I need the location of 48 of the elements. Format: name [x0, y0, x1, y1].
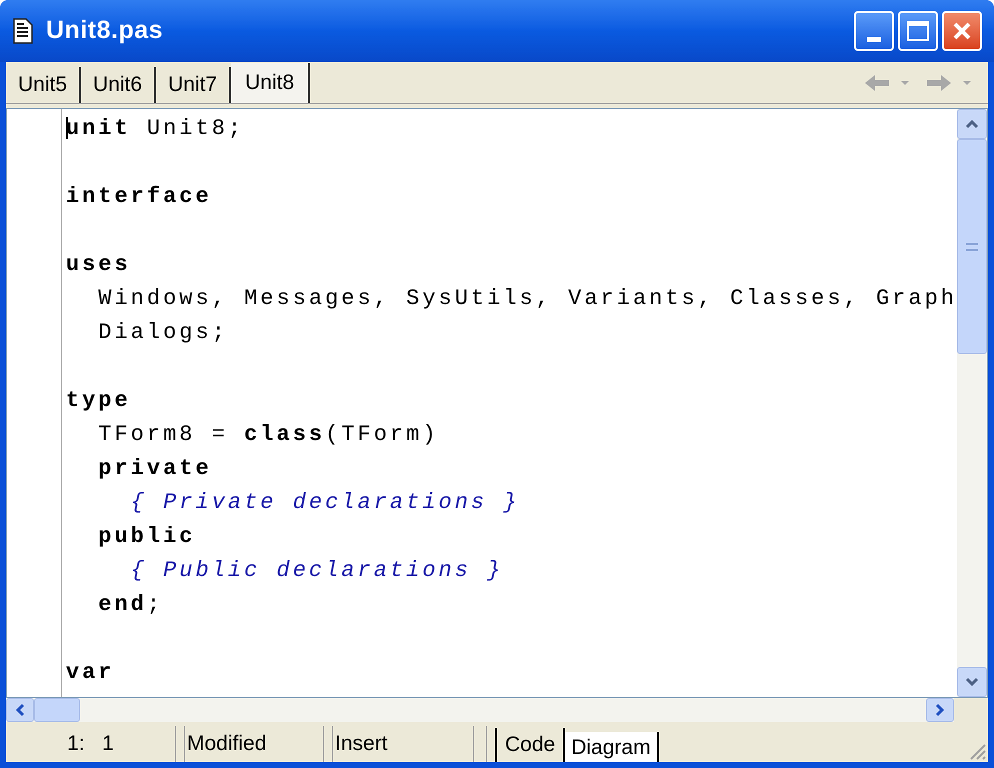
- horizontal-scrollbar[interactable]: [6, 698, 954, 722]
- view-tab[interactable]: Diagram: [565, 732, 659, 762]
- close-button[interactable]: [942, 11, 982, 51]
- insert-mode: Insert: [332, 726, 474, 762]
- code-token: interface: [66, 182, 212, 210]
- scroll-thumb[interactable]: [34, 698, 80, 722]
- up-chevron-icon: [965, 119, 979, 129]
- scroll-right-button[interactable]: [926, 698, 954, 722]
- code-token: Unit8;: [146, 114, 244, 142]
- resize-grip-icon[interactable]: [968, 742, 986, 760]
- close-icon: [951, 20, 973, 42]
- code-token: end: [97, 590, 147, 618]
- window-title: Unit8.pas: [46, 15, 164, 46]
- forward-arrow-icon[interactable]: [926, 73, 952, 93]
- back-arrow-icon[interactable]: [864, 73, 890, 93]
- vertical-scrollbar[interactable]: [957, 109, 987, 697]
- code-token: unit: [66, 114, 131, 142]
- code-token: { Public declarations }: [130, 556, 504, 584]
- file-tab[interactable]: Unit8: [231, 63, 310, 103]
- dropdown-caret-icon[interactable]: [962, 80, 972, 86]
- file-tab[interactable]: Unit6: [81, 67, 156, 103]
- code-token: type: [66, 386, 131, 414]
- down-chevron-icon: [965, 677, 979, 687]
- code-token: ;: [146, 590, 164, 618]
- modified-status: Modified: [184, 726, 324, 762]
- code-token: private: [97, 454, 212, 482]
- code-token: class: [244, 420, 326, 448]
- maximize-button[interactable]: [898, 11, 938, 51]
- scroll-left-button[interactable]: [6, 698, 34, 722]
- code-token: (TForm): [325, 420, 439, 448]
- scroll-up-button[interactable]: [957, 109, 987, 139]
- file-tab[interactable]: Unit5: [6, 67, 82, 103]
- code-token: Windows, Messages, SysUtils, Variants, Classes, Graph: [97, 284, 957, 312]
- view-tab[interactable]: Code: [495, 728, 566, 762]
- scroll-down-button[interactable]: [957, 667, 987, 697]
- cursor-position: 1: 1: [6, 726, 176, 762]
- code-token: uses: [66, 250, 131, 278]
- code-token: public: [97, 522, 196, 550]
- scroll-thumb[interactable]: [957, 139, 987, 354]
- code-token: TForm8 =: [97, 420, 229, 448]
- code-token: { Private declarations }: [130, 488, 520, 516]
- code-token: Dialogs;: [97, 318, 228, 346]
- minimize-button[interactable]: [854, 11, 894, 51]
- dropdown-caret-icon[interactable]: [900, 80, 910, 86]
- left-chevron-icon: [15, 703, 25, 717]
- code-token: var: [66, 658, 114, 686]
- right-chevron-icon: [935, 703, 945, 717]
- document-icon: [12, 18, 34, 44]
